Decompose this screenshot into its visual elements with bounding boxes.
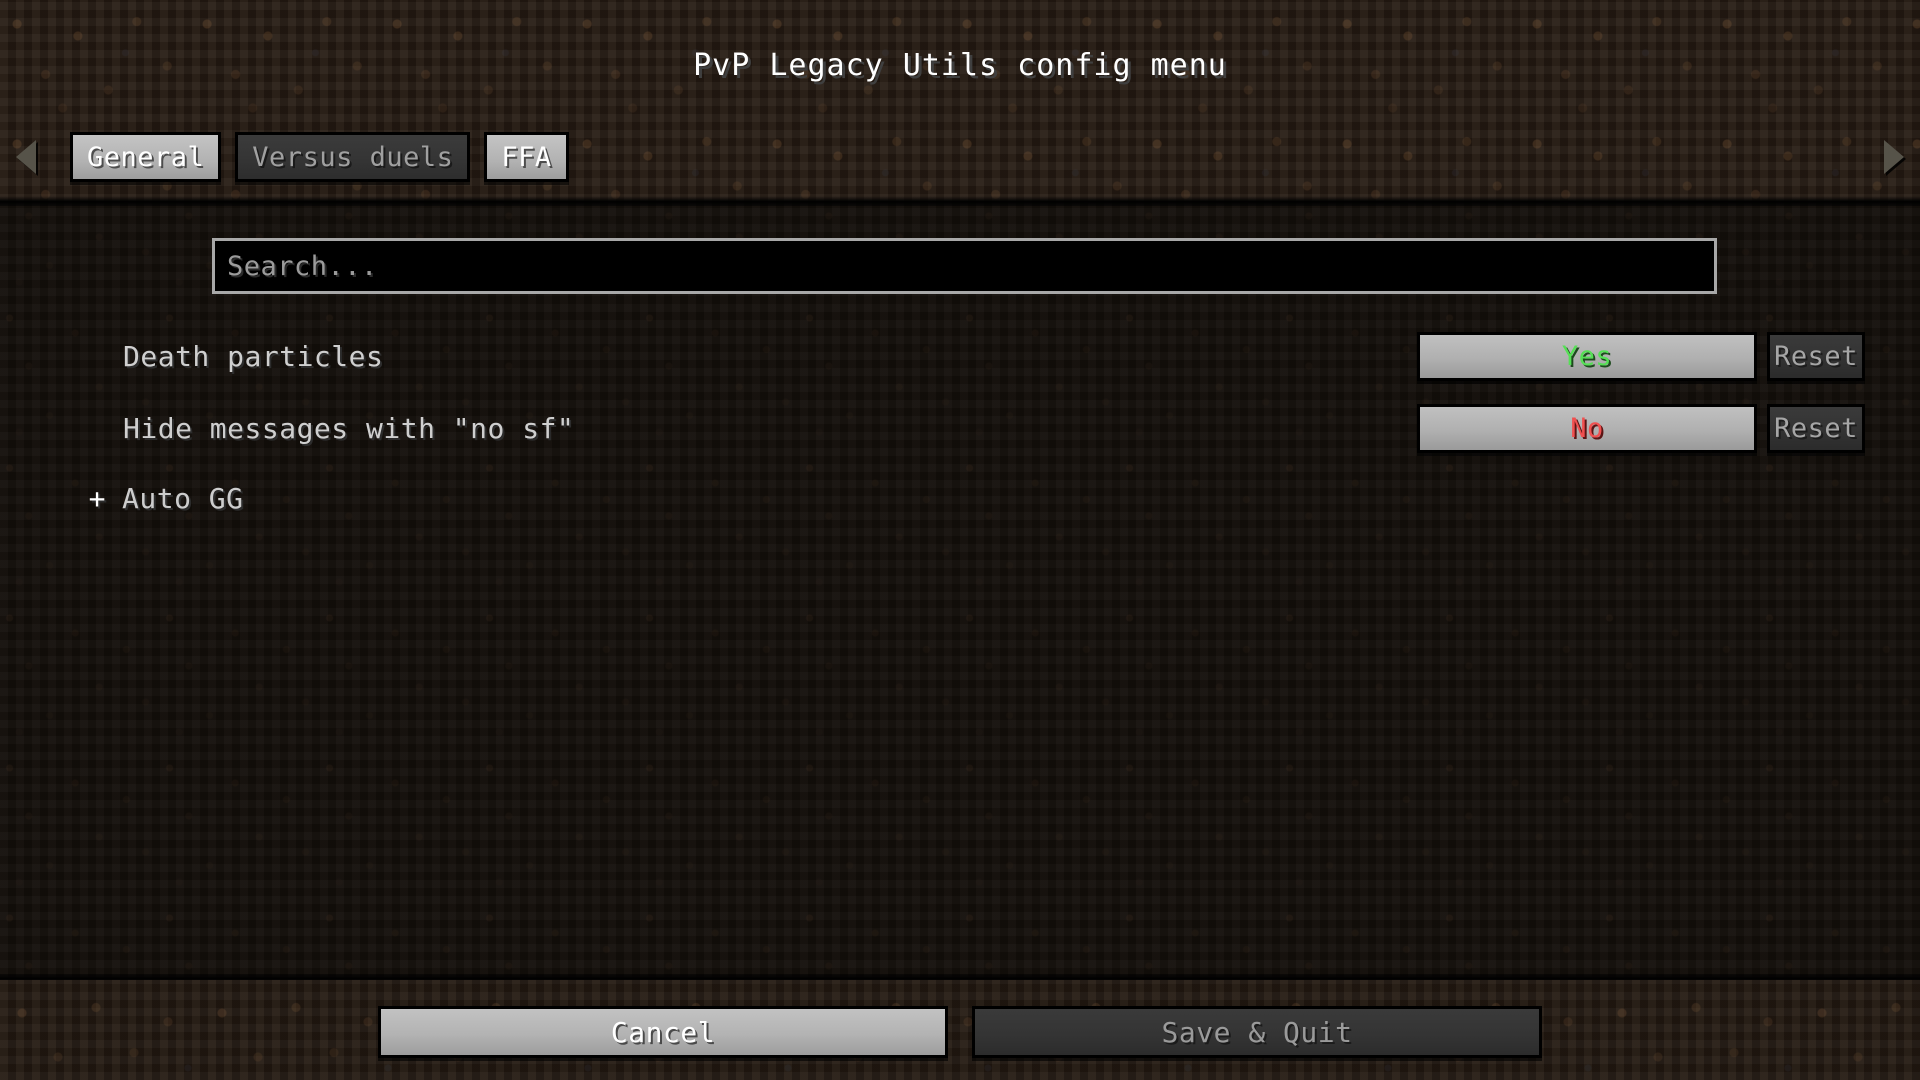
- expand-plus-icon[interactable]: +: [84, 482, 110, 515]
- option-row-death-particles: Death particles Yes Reset: [0, 320, 1920, 392]
- option-reset-label: Reset: [1774, 412, 1858, 444]
- tab-general[interactable]: General: [70, 132, 222, 182]
- category-auto-gg[interactable]: + Auto GG: [0, 464, 1920, 532]
- option-value-button-death-particles[interactable]: Yes: [1417, 331, 1757, 381]
- save-and-quit-button-label: Save & Quit: [1161, 1015, 1353, 1049]
- search-placeholder: Search...: [227, 250, 378, 282]
- triangle-right-icon: [1884, 140, 1904, 174]
- cancel-button-label: Cancel: [610, 1015, 716, 1049]
- tab-prev-button[interactable]: [6, 128, 46, 186]
- tab-bar: General Versus duels FFA: [0, 126, 1920, 188]
- tab-next-button[interactable]: [1874, 128, 1914, 186]
- option-label: Death particles: [123, 339, 384, 373]
- tab-versus-duels[interactable]: Versus duels: [235, 132, 471, 182]
- option-reset-button-death-particles[interactable]: Reset: [1767, 331, 1865, 381]
- option-row-hide-messages: Hide messages with "no sf" No Reset: [0, 392, 1920, 464]
- footer-buttons: Cancel Save & Quit: [0, 1006, 1920, 1058]
- tab-versus-duels-label: Versus duels: [252, 141, 454, 173]
- tab-ffa-label: FFA: [501, 141, 552, 173]
- category-label: Auto GG: [122, 481, 244, 515]
- cancel-button[interactable]: Cancel: [378, 1006, 948, 1058]
- options-list: Death particles Yes Reset Hide messages …: [0, 320, 1920, 532]
- triangle-left-icon: [16, 140, 36, 174]
- option-label: Hide messages with "no sf": [123, 411, 575, 445]
- option-controls: Yes Reset: [1417, 331, 1865, 381]
- config-menu-screen: PvP Legacy Utils config menu General Ver…: [0, 0, 1920, 1080]
- option-value-label: No: [1570, 412, 1604, 444]
- header-separator: [0, 196, 1920, 206]
- page-title: PvP Legacy Utils config menu: [693, 48, 1227, 83]
- option-value-button-hide-messages[interactable]: No: [1417, 403, 1757, 453]
- save-and-quit-button[interactable]: Save & Quit: [972, 1006, 1542, 1058]
- tab-general-label: General: [87, 141, 205, 173]
- option-reset-label: Reset: [1774, 340, 1858, 372]
- tab-list: General Versus duels FFA: [70, 132, 569, 182]
- option-reset-button-hide-messages[interactable]: Reset: [1767, 403, 1865, 453]
- option-controls: No Reset: [1417, 403, 1865, 453]
- tab-ffa[interactable]: FFA: [484, 132, 569, 182]
- option-value-label: Yes: [1561, 340, 1613, 372]
- search-input[interactable]: Search...: [212, 238, 1717, 294]
